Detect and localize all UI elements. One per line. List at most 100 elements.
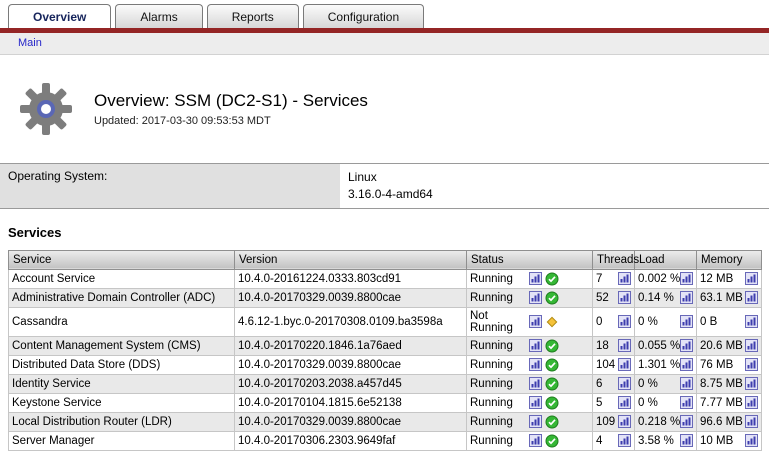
status-warning-icon	[545, 315, 559, 329]
table-row: Server Manager10.4.0-20170306.2303.9649f…	[9, 431, 762, 450]
service-memory-cell: 10 MB	[697, 431, 762, 450]
breadcrumb-main-link[interactable]: Main	[18, 37, 42, 49]
service-threads-cell: 0	[593, 307, 635, 336]
service-threads-cell: 7	[593, 269, 635, 288]
tab-bar: OverviewAlarmsReportsConfiguration	[0, 0, 769, 28]
load-value: 0.002 %	[638, 273, 677, 285]
chart-icon[interactable]	[618, 396, 631, 409]
status-text: Running	[470, 397, 526, 409]
chart-icon[interactable]	[680, 339, 693, 352]
service-status-cell: Running	[467, 355, 593, 374]
status-ok-icon	[545, 377, 559, 391]
chart-icon[interactable]	[745, 358, 758, 371]
chart-icon[interactable]	[529, 396, 542, 409]
operating-system-label: Operating System:	[0, 164, 340, 208]
threads-value: 104	[596, 359, 615, 371]
page-title: Overview: SSM (DC2-S1) - Services	[94, 91, 368, 111]
chart-icon[interactable]	[529, 272, 542, 285]
service-memory-cell: 0 B	[697, 307, 762, 336]
chart-icon[interactable]	[745, 315, 758, 328]
chart-icon[interactable]	[529, 415, 542, 428]
status-text: Running	[470, 292, 526, 304]
service-version: 4.6.12-1.byc.0-20170308.0109.ba3598a	[235, 307, 467, 336]
chart-icon[interactable]	[618, 434, 631, 447]
service-status-cell: Not Running	[467, 307, 593, 336]
chart-icon[interactable]	[618, 315, 631, 328]
chart-icon[interactable]	[618, 272, 631, 285]
chart-icon[interactable]	[618, 291, 631, 304]
gear-icon	[18, 81, 74, 137]
chart-icon[interactable]	[529, 339, 542, 352]
service-load-cell: 3.58 %	[635, 431, 697, 450]
chart-icon[interactable]	[618, 339, 631, 352]
status-text: Not Running	[470, 310, 526, 334]
threads-value: 0	[596, 316, 615, 328]
memory-value: 10 MB	[700, 435, 742, 447]
service-version: 10.4.0-20170104.1815.6e52138	[235, 393, 467, 412]
service-memory-cell: 20.6 MB	[697, 336, 762, 355]
chart-icon[interactable]	[529, 315, 542, 328]
chart-icon[interactable]	[680, 434, 693, 447]
service-status-cell: Running	[467, 431, 593, 450]
chart-icon[interactable]	[680, 291, 693, 304]
status-text: Running	[470, 359, 526, 371]
chart-icon[interactable]	[745, 434, 758, 447]
service-version: 10.4.0-20161224.0333.803cd91	[235, 269, 467, 288]
chart-icon[interactable]	[618, 377, 631, 390]
tab-reports[interactable]: Reports	[207, 4, 299, 28]
chart-icon[interactable]	[745, 396, 758, 409]
service-version: 10.4.0-20170329.0039.8800cae	[235, 412, 467, 431]
status-ok-icon	[545, 339, 559, 353]
chart-icon[interactable]	[680, 315, 693, 328]
chart-icon[interactable]	[618, 358, 631, 371]
memory-value: 96.6 MB	[700, 416, 742, 428]
table-row: Distributed Data Store (DDS)10.4.0-20170…	[9, 355, 762, 374]
service-status-cell: Running	[467, 269, 593, 288]
service-status-cell: Running	[467, 412, 593, 431]
service-version: 10.4.0-20170306.2303.9649faf	[235, 431, 467, 450]
status-text: Running	[470, 435, 526, 447]
chart-icon[interactable]	[745, 377, 758, 390]
threads-value: 5	[596, 397, 615, 409]
threads-value: 6	[596, 378, 615, 390]
operating-system-section: Operating System: Linux 3.16.0-4-amd64	[0, 163, 769, 209]
service-name: Cassandra	[9, 307, 235, 336]
table-row: Account Service10.4.0-20161224.0333.803c…	[9, 269, 762, 288]
chart-icon[interactable]	[745, 272, 758, 285]
column-header-version: Version	[235, 250, 467, 269]
service-threads-cell: 52	[593, 288, 635, 307]
chart-icon[interactable]	[745, 339, 758, 352]
chart-icon[interactable]	[529, 358, 542, 371]
services-heading: Services	[8, 225, 769, 240]
service-threads-cell: 109	[593, 412, 635, 431]
chart-icon[interactable]	[529, 377, 542, 390]
chart-icon[interactable]	[745, 291, 758, 304]
chart-icon[interactable]	[680, 358, 693, 371]
tab-overview[interactable]: Overview	[8, 4, 111, 28]
status-text: Running	[470, 378, 526, 390]
chart-icon[interactable]	[680, 396, 693, 409]
chart-icon[interactable]	[680, 377, 693, 390]
memory-value: 12 MB	[700, 273, 742, 285]
chart-icon[interactable]	[529, 434, 542, 447]
chart-icon[interactable]	[618, 415, 631, 428]
tab-alarms[interactable]: Alarms	[115, 4, 202, 28]
tab-configuration[interactable]: Configuration	[303, 4, 424, 28]
service-name: Keystone Service	[9, 393, 235, 412]
service-load-cell: 0.002 %	[635, 269, 697, 288]
chart-icon[interactable]	[680, 415, 693, 428]
chart-icon[interactable]	[529, 291, 542, 304]
load-value: 0.218 %	[638, 416, 677, 428]
column-header-load: Load	[635, 250, 697, 269]
service-name: Identity Service	[9, 374, 235, 393]
load-value: 0.055 %	[638, 340, 677, 352]
service-name: Local Distribution Router (LDR)	[9, 412, 235, 431]
chart-icon[interactable]	[680, 272, 693, 285]
memory-value: 7.77 MB	[700, 397, 742, 409]
service-memory-cell: 96.6 MB	[697, 412, 762, 431]
service-name: Content Management System (CMS)	[9, 336, 235, 355]
os-value-line-2: 3.16.0-4-amd64	[348, 186, 761, 203]
chart-icon[interactable]	[745, 415, 758, 428]
load-value: 1.301 %	[638, 359, 677, 371]
service-memory-cell: 76 MB	[697, 355, 762, 374]
